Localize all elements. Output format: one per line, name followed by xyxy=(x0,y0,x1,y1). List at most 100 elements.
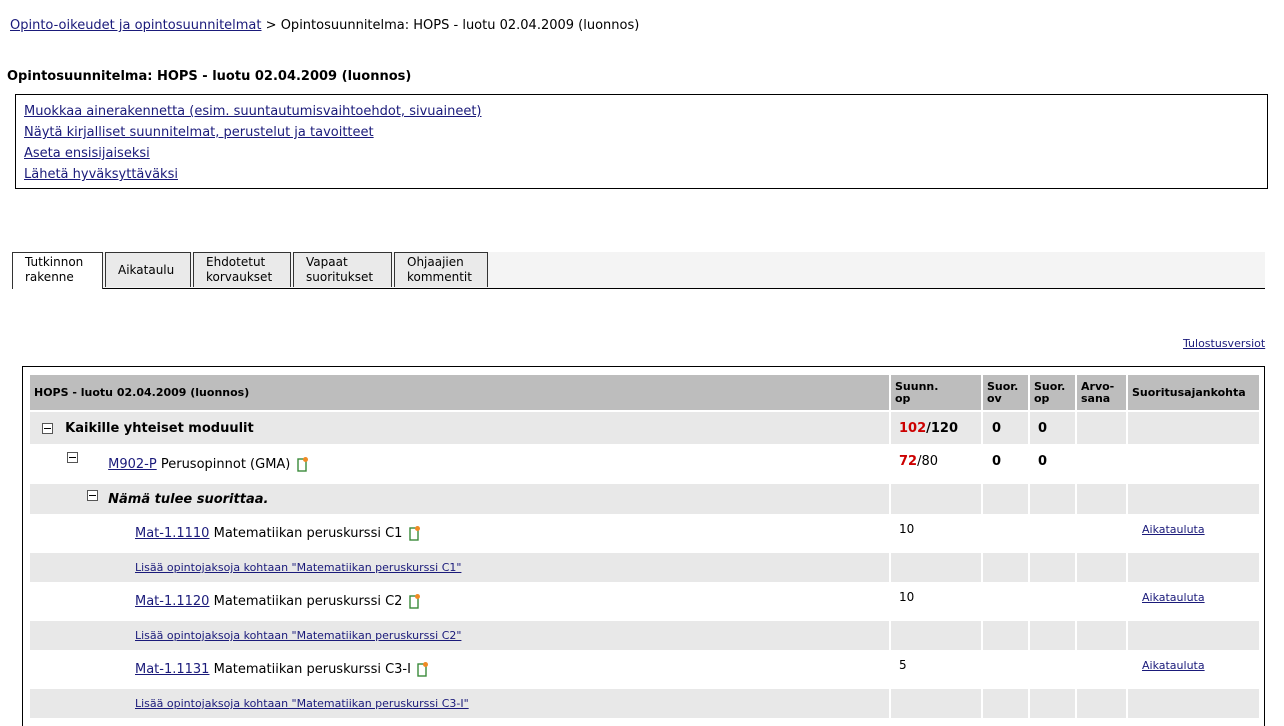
tab-proposed-substitutions[interactable]: Ehdotetut korvaukset xyxy=(193,252,291,287)
collapse-toggle-icon[interactable] xyxy=(87,489,98,501)
course-grade xyxy=(1077,516,1126,551)
add-row-planned xyxy=(891,689,981,718)
course-planned: 10 xyxy=(891,516,981,551)
tab-label-line1: Tutkinnon xyxy=(25,255,84,269)
course-row: Mat-1.1110 Matematiikan peruskurssi C1 1… xyxy=(30,516,1259,551)
course-code-link[interactable]: Mat-1.1110 xyxy=(135,526,209,541)
schedule-link[interactable]: Aikatauluta xyxy=(1142,523,1205,536)
breadcrumb-root-link[interactable]: Opinto-oikeudet ja opintosuunnitelmat xyxy=(10,18,262,33)
course-name: Matematiikan peruskurssi C2 xyxy=(213,594,403,609)
module-row: Kaikille yhteiset moduulit 102/120 0 0 xyxy=(30,412,1259,444)
module-done-op: 0 xyxy=(1030,412,1075,444)
module-grade xyxy=(1077,412,1126,444)
tab-degree-structure[interactable]: Tutkinnon rakenne xyxy=(12,252,103,289)
course-done-op xyxy=(1030,584,1075,619)
show-written-plans-link[interactable]: Näytä kirjalliset suunnitelmat, perustel… xyxy=(24,122,1259,143)
header-done-op-line2: op xyxy=(1034,391,1050,405)
tab-label-line2: korvaukset xyxy=(206,270,273,284)
document-edit-icon[interactable] xyxy=(408,593,421,610)
submodule-planned: 72 xyxy=(899,454,918,469)
add-row-planned xyxy=(891,553,981,582)
breadcrumb: Opinto-oikeudet ja opintosuunnitelmat > … xyxy=(10,18,639,33)
submodule-date xyxy=(1128,446,1259,482)
add-row-grade xyxy=(1077,689,1126,718)
add-course-row: Lisää opintojaksoja kohtaan "Matematiika… xyxy=(30,689,1259,718)
course-done-ov xyxy=(983,516,1028,551)
group-planned xyxy=(891,484,981,514)
add-row-done-op xyxy=(1030,689,1075,718)
tab-schedule[interactable]: Aikataulu xyxy=(105,252,191,287)
submodule-grade xyxy=(1077,446,1126,482)
group-row: Nämä tulee suorittaa. xyxy=(30,484,1259,514)
course-done-ov xyxy=(983,584,1028,619)
add-course-cell: Lisää opintojaksoja kohtaan "Matematiika… xyxy=(30,553,889,582)
module-date xyxy=(1128,412,1259,444)
submodule-code-link[interactable]: M902-P xyxy=(108,457,157,472)
print-versions-link[interactable]: Tulostusversiot xyxy=(1183,337,1265,350)
course-date-cell: Aikatauluta xyxy=(1128,652,1259,687)
add-row-date xyxy=(1128,621,1259,650)
tab-label-line1: Vapaat xyxy=(306,255,348,269)
collapse-toggle-icon[interactable] xyxy=(42,422,53,434)
header-done-ov: Suor. ov xyxy=(983,375,1028,410)
course-grade xyxy=(1077,584,1126,619)
group-done-op xyxy=(1030,484,1075,514)
page-title: Opintosuunnitelma: HOPS - luotu 02.04.20… xyxy=(7,69,412,84)
edit-structure-link[interactable]: Muokkaa ainerakennetta (esim. suuntautum… xyxy=(24,101,1259,122)
tab-label-line1: Ehdotetut xyxy=(206,255,266,269)
course-cell: Mat-1.1120 Matematiikan peruskurssi C2 xyxy=(30,584,889,619)
group-title: Nämä tulee suorittaa. xyxy=(108,491,269,507)
schedule-link[interactable]: Aikatauluta xyxy=(1142,659,1205,672)
header-planned: Suunn. op xyxy=(891,375,981,410)
add-row-done-op xyxy=(1030,621,1075,650)
tab-label-line1: Ohjaajien xyxy=(407,255,464,269)
course-cell: Mat-1.1110 Matematiikan peruskurssi C1 xyxy=(30,516,889,551)
add-row-done-ov xyxy=(983,553,1028,582)
module-required: /120 xyxy=(926,420,959,436)
actions-box: Muokkaa ainerakennetta (esim. suuntautum… xyxy=(15,94,1268,189)
breadcrumb-separator: > xyxy=(265,18,277,33)
document-edit-icon[interactable] xyxy=(296,456,309,473)
add-course-row: Lisää opintojaksoja kohtaan "Matematiika… xyxy=(30,553,1259,582)
course-row: Mat-1.1120 Matematiikan peruskurssi C2 1… xyxy=(30,584,1259,619)
collapse-toggle-icon[interactable] xyxy=(67,451,78,463)
group-done-ov xyxy=(983,484,1028,514)
course-code-link[interactable]: Mat-1.1120 xyxy=(135,594,209,609)
group-cell: Nämä tulee suorittaa. xyxy=(30,484,889,514)
module-cell: Kaikille yhteiset moduulit xyxy=(30,412,889,444)
header-name: HOPS - luotu 02.04.2009 (luonnos) xyxy=(30,375,889,410)
study-plan-table: HOPS - luotu 02.04.2009 (luonnos) Suunn.… xyxy=(28,373,1261,720)
add-row-grade xyxy=(1077,621,1126,650)
course-date-cell: Aikatauluta xyxy=(1128,584,1259,619)
header-done-op: Suor. op xyxy=(1030,375,1075,410)
submodule-planned-cell: 72/80 xyxy=(891,446,981,482)
course-done-op xyxy=(1030,516,1075,551)
group-grade xyxy=(1077,484,1126,514)
header-grade-line2: sana xyxy=(1081,391,1111,405)
add-courses-link[interactable]: Lisää opintojaksoja kohtaan "Matematiika… xyxy=(135,697,469,710)
course-done-op xyxy=(1030,652,1075,687)
course-name: Matematiikan peruskurssi C3-I xyxy=(213,662,411,677)
tab-label-line2: suoritukset xyxy=(306,270,374,284)
add-course-cell: Lisää opintojaksoja kohtaan "Matematiika… xyxy=(30,621,889,650)
tab-advisor-comments[interactable]: Ohjaajien kommentit xyxy=(394,252,488,287)
course-date-cell: Aikatauluta xyxy=(1128,516,1259,551)
course-row: Mat-1.1131 Matematiikan peruskurssi C3-I… xyxy=(30,652,1259,687)
add-courses-link[interactable]: Lisää opintojaksoja kohtaan "Matematiika… xyxy=(135,561,461,574)
submodule-name: Perusopinnot (GMA) xyxy=(160,456,291,472)
add-course-row: Lisää opintojaksoja kohtaan "Matematiika… xyxy=(30,621,1259,650)
schedule-link[interactable]: Aikatauluta xyxy=(1142,591,1205,604)
document-edit-icon[interactable] xyxy=(408,525,421,542)
set-primary-link[interactable]: Aseta ensisijaiseksi xyxy=(24,143,1259,164)
add-courses-link[interactable]: Lisää opintojaksoja kohtaan "Matematiika… xyxy=(135,629,461,642)
tab-free-credits[interactable]: Vapaat suoritukset xyxy=(293,252,392,287)
header-done-op-line1: Suor. xyxy=(1034,379,1066,393)
header-grade-line1: Arvo- xyxy=(1081,379,1115,393)
submodule-done-ov: 0 xyxy=(983,446,1028,482)
course-code-link[interactable]: Mat-1.1131 xyxy=(135,662,209,677)
table-header-row: HOPS - luotu 02.04.2009 (luonnos) Suunn.… xyxy=(30,375,1259,410)
send-for-approval-link[interactable]: Lähetä hyväksyttäväksi xyxy=(24,164,1259,185)
tab-label-line2: rakenne xyxy=(25,270,74,284)
module-done-ov: 0 xyxy=(983,412,1028,444)
document-edit-icon[interactable] xyxy=(417,661,429,678)
